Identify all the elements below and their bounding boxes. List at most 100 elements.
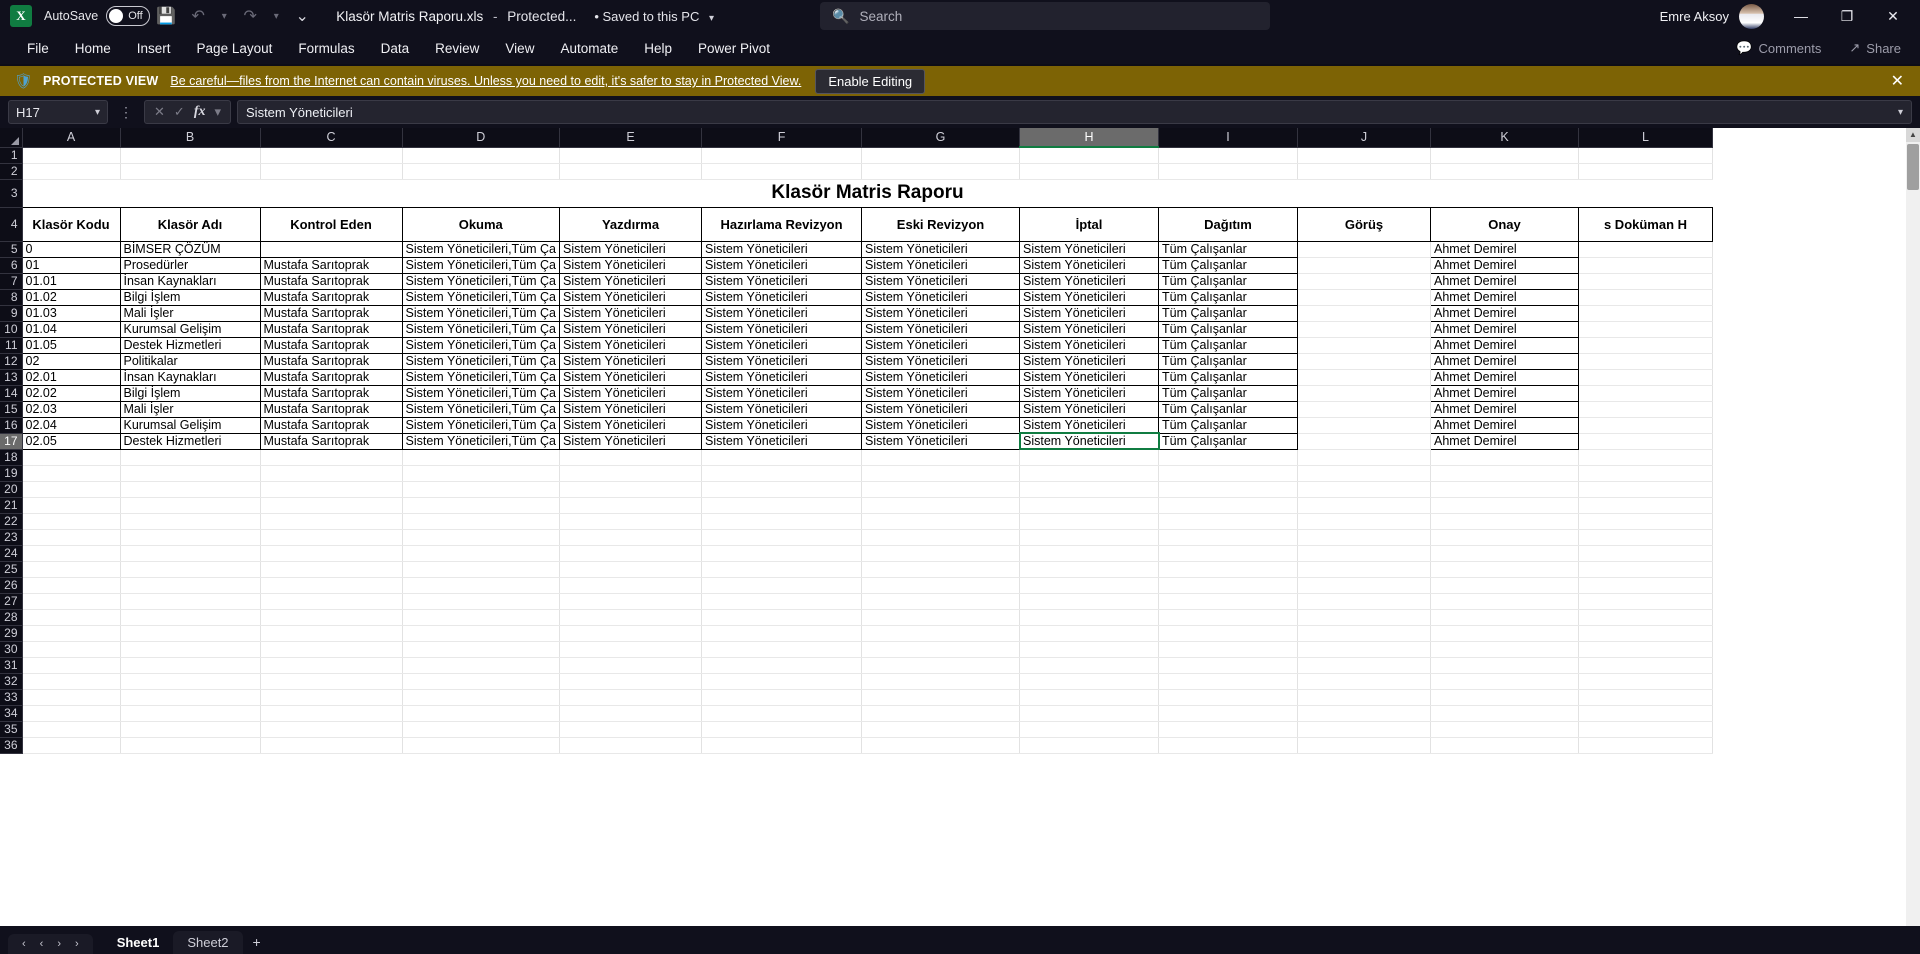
table-cell[interactable] bbox=[260, 561, 403, 578]
table-cell[interactable] bbox=[1578, 625, 1714, 642]
table-cell[interactable] bbox=[1158, 673, 1299, 690]
table-cell[interactable] bbox=[1019, 737, 1160, 754]
table-cell[interactable]: Sistem Yöneticileri bbox=[1019, 256, 1160, 274]
table-cell[interactable] bbox=[120, 737, 261, 754]
table-cell[interactable] bbox=[402, 641, 561, 658]
column-header-i[interactable]: I bbox=[1158, 128, 1299, 148]
expand-formula-bar-icon[interactable]: ▾ bbox=[1898, 107, 1903, 118]
row-header-24[interactable]: 24 bbox=[0, 545, 23, 562]
table-cell[interactable] bbox=[559, 497, 703, 514]
table-cell[interactable] bbox=[260, 657, 403, 674]
table-cell[interactable]: Sistem Yöneticileri,Tüm Ça bbox=[401, 416, 561, 434]
table-cell[interactable] bbox=[559, 721, 703, 738]
table-cell[interactable] bbox=[559, 545, 703, 562]
avatar[interactable] bbox=[1739, 3, 1764, 29]
row-header-1[interactable]: 1 bbox=[0, 147, 23, 164]
row-header-36[interactable]: 36 bbox=[0, 737, 23, 754]
table-cell[interactable] bbox=[1578, 147, 1714, 164]
table-cell[interactable]: Sistem Yöneticileri bbox=[1019, 368, 1160, 386]
table-cell[interactable]: Sistem Yöneticileri bbox=[559, 288, 703, 306]
table-cell[interactable] bbox=[701, 625, 863, 642]
table-cell[interactable]: Sistem Yöneticileri,Tüm Ça bbox=[401, 432, 561, 450]
table-cell[interactable]: Ahmet Demirel bbox=[1430, 400, 1580, 418]
table-cell[interactable] bbox=[260, 163, 403, 180]
table-cell[interactable]: Sistem Yöneticileri bbox=[701, 400, 863, 418]
table-cell[interactable]: Sistem Yöneticileri bbox=[1019, 304, 1160, 322]
table-cell[interactable] bbox=[1297, 545, 1432, 562]
table-cell[interactable] bbox=[260, 737, 403, 754]
table-cell[interactable]: BİMSER ÇÖZÜM bbox=[119, 240, 261, 258]
table-cell[interactable] bbox=[1578, 465, 1714, 482]
table-cell[interactable] bbox=[1297, 163, 1432, 180]
table-cell[interactable] bbox=[559, 609, 703, 626]
row-header-25[interactable]: 25 bbox=[0, 561, 23, 578]
table-cell[interactable] bbox=[701, 721, 863, 738]
table-cell[interactable] bbox=[861, 449, 1021, 466]
column-header-l[interactable]: L bbox=[1578, 128, 1714, 148]
table-cell[interactable]: Sistem Yöneticileri bbox=[559, 336, 703, 354]
table-cell[interactable] bbox=[1578, 385, 1714, 402]
table-cell[interactable] bbox=[861, 513, 1021, 530]
column-header-e[interactable]: E bbox=[559, 128, 703, 148]
table-cell[interactable] bbox=[1297, 721, 1432, 738]
table-cell[interactable]: Sistem Yöneticileri bbox=[1019, 384, 1160, 402]
row-header-7[interactable]: 7 bbox=[0, 273, 23, 290]
table-cell[interactable] bbox=[1158, 737, 1299, 754]
table-cell[interactable] bbox=[1430, 689, 1580, 706]
table-cell[interactable] bbox=[1297, 577, 1432, 594]
row-header-30[interactable]: 30 bbox=[0, 641, 23, 658]
table-cell[interactable] bbox=[1430, 609, 1580, 626]
table-cell[interactable] bbox=[1297, 625, 1432, 642]
table-cell[interactable]: Tüm Çalışanlar bbox=[1158, 432, 1299, 450]
table-cell[interactable] bbox=[402, 529, 561, 546]
table-cell[interactable] bbox=[1578, 721, 1714, 738]
row-header-4[interactable]: 4 bbox=[0, 207, 23, 242]
tab-formulas[interactable]: Formulas bbox=[285, 37, 367, 60]
table-header-cell[interactable]: Hazırlama Revizyon bbox=[701, 206, 863, 242]
table-cell[interactable] bbox=[120, 163, 261, 180]
table-cell[interactable] bbox=[1578, 163, 1714, 180]
table-cell[interactable] bbox=[1430, 497, 1580, 514]
table-cell[interactable]: Ahmet Demirel bbox=[1430, 352, 1580, 370]
sheet-nav-arrows[interactable]: ‹ ‹ › › bbox=[8, 934, 93, 954]
table-cell[interactable]: Sistem Yöneticileri bbox=[701, 352, 863, 370]
table-cell[interactable] bbox=[120, 545, 261, 562]
table-cell[interactable]: Mali İşler bbox=[119, 304, 261, 322]
table-cell[interactable] bbox=[402, 577, 561, 594]
table-cell[interactable] bbox=[120, 561, 261, 578]
table-cell[interactable] bbox=[402, 689, 561, 706]
table-cell[interactable] bbox=[402, 609, 561, 626]
row-header-13[interactable]: 13 bbox=[0, 369, 23, 386]
name-box[interactable]: H17 ▾ bbox=[8, 100, 108, 124]
select-all-corner[interactable] bbox=[0, 128, 23, 148]
table-cell[interactable] bbox=[559, 529, 703, 546]
table-cell[interactable] bbox=[260, 147, 403, 164]
table-cell[interactable]: Sistem Yöneticileri bbox=[861, 400, 1021, 418]
table-cell[interactable] bbox=[1019, 673, 1160, 690]
table-cell[interactable] bbox=[559, 449, 703, 466]
table-cell[interactable] bbox=[1578, 353, 1714, 370]
table-cell[interactable] bbox=[1019, 705, 1160, 722]
column-header-f[interactable]: F bbox=[701, 128, 863, 148]
table-cell[interactable]: Tüm Çalışanlar bbox=[1158, 256, 1299, 274]
table-cell[interactable]: Sistem Yöneticileri,Tüm Ça bbox=[401, 240, 561, 258]
table-cell[interactable] bbox=[1019, 163, 1160, 180]
table-cell[interactable] bbox=[1158, 481, 1299, 498]
table-cell[interactable] bbox=[861, 657, 1021, 674]
table-cell[interactable] bbox=[402, 593, 561, 610]
row-header-18[interactable]: 18 bbox=[0, 449, 23, 466]
table-cell[interactable] bbox=[1297, 337, 1432, 354]
table-cell[interactable] bbox=[259, 240, 403, 258]
table-cell[interactable]: Mustafa Sarıtoprak bbox=[259, 256, 403, 274]
table-cell[interactable] bbox=[1158, 147, 1299, 164]
table-cell[interactable]: Prosedürler bbox=[119, 256, 261, 274]
table-cell[interactable] bbox=[402, 545, 561, 562]
table-cell[interactable]: Sistem Yöneticileri,Tüm Ça bbox=[401, 320, 561, 338]
table-cell[interactable] bbox=[22, 673, 121, 690]
table-cell[interactable]: Sistem Yöneticileri bbox=[701, 256, 863, 274]
row-header-20[interactable]: 20 bbox=[0, 481, 23, 498]
sheet-nav-last-icon[interactable]: › bbox=[75, 938, 79, 950]
table-cell[interactable]: Sistem Yöneticileri bbox=[559, 416, 703, 434]
row-header-22[interactable]: 22 bbox=[0, 513, 23, 530]
table-cell[interactable] bbox=[120, 705, 261, 722]
